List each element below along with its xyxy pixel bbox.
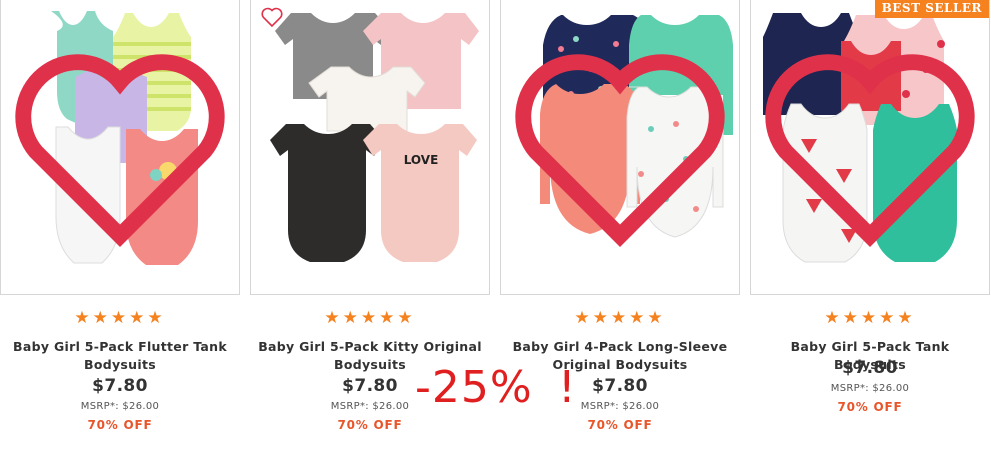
heart-icon[interactable]: [751, 0, 989, 294]
discount-label: 70% OFF: [587, 418, 653, 432]
rating-stars: ★★★★★: [824, 308, 916, 328]
msrp-price: MSRP*: $26.00: [830, 383, 910, 394]
heart-icon[interactable]: [501, 0, 739, 294]
product-name[interactable]: Baby Girl 5-Pack Flutter Tank Bodysuits: [8, 338, 232, 374]
best-seller-badge: BEST SELLER: [874, 0, 989, 18]
discount-overlay-text: -25%: [415, 362, 533, 413]
product-image[interactable]: LOVE: [250, 0, 490, 295]
bodysuits-image: LOVE: [270, 13, 479, 262]
msrp-price: MSRP*: $26.00: [580, 401, 660, 412]
discount-label: 70% OFF: [337, 418, 403, 432]
msrp-price: MSRP*: $26.00: [80, 401, 160, 412]
love-print-text: LOVE: [404, 153, 439, 167]
product-image[interactable]: [500, 0, 740, 295]
sale-price: $7.80: [592, 376, 648, 396]
discount-overlay-mark: !: [558, 362, 576, 413]
product-image[interactable]: BEST SELLER: [750, 0, 990, 295]
product-card[interactable]: ★★★★★ Baby Girl 4-Pack Long-Sleeve Origi…: [500, 0, 740, 462]
sale-price: $7.80: [842, 358, 898, 378]
heart-icon[interactable]: [260, 6, 284, 28]
product-image[interactable]: [0, 0, 240, 295]
discount-label: 70% OFF: [837, 400, 903, 414]
rating-stars: ★★★★★: [74, 308, 166, 328]
product-name[interactable]: Baby Girl 4-Pack Long-Sleeve Original Bo…: [508, 338, 732, 374]
heart-icon[interactable]: [1, 0, 239, 294]
product-card[interactable]: ★★★★★ Baby Girl 5-Pack Flutter Tank Body…: [0, 0, 240, 462]
rating-stars: ★★★★★: [324, 308, 416, 328]
sale-price: $7.80: [92, 376, 148, 396]
product-card[interactable]: BEST SELLER ★★★★★ Baby Girl 5-Pack Tank …: [750, 0, 990, 462]
rating-stars: ★★★★★: [574, 308, 666, 328]
discount-label: 70% OFF: [87, 418, 153, 432]
